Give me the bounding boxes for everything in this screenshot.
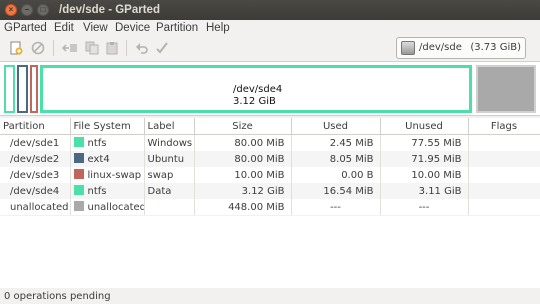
cell-filesystem: unallocated xyxy=(70,199,145,215)
device-size: (3.73 GiB) xyxy=(470,42,521,53)
menu-gparted[interactable]: GParted xyxy=(4,22,47,34)
cell-used: 0.00 B xyxy=(291,167,381,183)
apply-icon[interactable] xyxy=(154,40,170,56)
cell-size: 3.12 GiB xyxy=(194,183,292,199)
maximize-window-button[interactable]: □ xyxy=(37,4,49,16)
cell-label: Data xyxy=(144,183,195,199)
table-row[interactable]: /dev/sde2 ext4 Ubuntu 80.00 MiB 8.05 MiB… xyxy=(0,151,540,167)
toolbar-separator xyxy=(53,40,54,56)
partition-block-sde1[interactable] xyxy=(4,65,15,113)
partition-block-name: /dev/sde4 xyxy=(233,84,283,95)
menu-help[interactable]: Help xyxy=(206,22,230,34)
close-window-button[interactable]: × xyxy=(5,4,17,16)
status-bar: 0 operations pending xyxy=(0,289,540,304)
cell-partition: /dev/sde2 xyxy=(0,151,71,167)
partition-table: Partition File System Label Size Used Un… xyxy=(0,118,540,215)
menu-partition[interactable]: Partition xyxy=(156,22,198,34)
cell-used: 8.05 MiB xyxy=(291,151,381,167)
cell-flags xyxy=(468,199,540,215)
partition-map: /dev/sde4 3.12 GiB xyxy=(0,61,540,116)
minimize-window-button[interactable]: – xyxy=(21,4,33,16)
table-empty-area xyxy=(0,216,540,288)
column-header-partition[interactable]: Partition xyxy=(0,118,71,135)
cell-filesystem: linux-swap xyxy=(70,167,145,183)
partition-block-sde3[interactable] xyxy=(30,65,38,113)
cell-flags xyxy=(468,151,540,167)
column-header-filesystem[interactable]: File System xyxy=(70,118,145,135)
cell-flags xyxy=(468,134,540,151)
cell-unused: 10.00 MiB xyxy=(380,167,469,183)
column-header-size[interactable]: Size xyxy=(194,118,292,135)
table-row[interactable]: /dev/sde3 linux-swap swap 10.00 MiB 0.00… xyxy=(0,167,540,183)
partition-block-sde4[interactable]: /dev/sde4 3.12 GiB xyxy=(40,65,472,113)
menu-bar: GParted Edit View Device Partition Help xyxy=(0,20,540,37)
column-header-used[interactable]: Used xyxy=(291,118,381,135)
cell-label: Ubuntu xyxy=(144,151,195,167)
hard-drive-icon xyxy=(401,41,415,55)
cell-used: 2.45 MiB xyxy=(291,134,381,151)
table-row[interactable]: /dev/sde4 ntfs Data 3.12 GiB 16.54 MiB 3… xyxy=(0,183,540,199)
device-selector[interactable]: /dev/sde (3.73 GiB) xyxy=(396,37,526,59)
menu-view[interactable]: View xyxy=(83,22,108,34)
cell-size: 448.00 MiB xyxy=(194,199,292,215)
cell-label: Windows xyxy=(144,134,195,151)
cell-size: 10.00 MiB xyxy=(194,167,292,183)
cell-size: 80.00 MiB xyxy=(194,151,292,167)
window-title: /dev/sde - GParted xyxy=(59,4,160,16)
table-row[interactable]: /dev/sde1 ntfs Windows 80.00 MiB 2.45 Mi… xyxy=(0,134,540,151)
menu-device[interactable]: Device xyxy=(115,22,150,34)
cell-label: swap xyxy=(144,167,195,183)
unallocated-block[interactable] xyxy=(476,65,536,113)
resize-move-icon[interactable] xyxy=(62,40,78,56)
filesystem-color-swatch xyxy=(73,185,84,195)
title-bar: × – □ /dev/sde - GParted xyxy=(0,0,540,20)
cell-partition: /dev/sde1 xyxy=(0,134,71,151)
delete-icon[interactable] xyxy=(30,40,46,56)
cell-partition: /dev/sde3 xyxy=(0,167,71,183)
column-header-label[interactable]: Label xyxy=(144,118,195,135)
cell-flags xyxy=(468,183,540,199)
cell-partition: unallocated xyxy=(0,199,71,215)
cell-filesystem: ext4 xyxy=(70,151,145,167)
partition-block-sde2[interactable] xyxy=(17,65,28,113)
toolbar-separator xyxy=(126,40,127,56)
cell-used: 16.54 MiB xyxy=(291,183,381,199)
device-name: /dev/sde xyxy=(419,42,462,53)
filesystem-color-swatch xyxy=(73,169,84,179)
cell-partition: /dev/sde4 xyxy=(0,183,71,199)
cell-unused: 3.11 GiB xyxy=(380,183,469,199)
cell-size: 80.00 MiB xyxy=(194,134,292,151)
paste-icon[interactable] xyxy=(104,40,120,56)
cell-unused: 77.55 MiB xyxy=(380,134,469,151)
new-icon[interactable] xyxy=(8,40,24,56)
table-row[interactable]: unallocated unallocated 448.00 MiB --- -… xyxy=(0,199,540,215)
filesystem-color-swatch xyxy=(73,153,84,163)
cell-label xyxy=(144,199,195,215)
cell-filesystem: ntfs xyxy=(70,183,145,199)
column-header-unused[interactable]: Unused xyxy=(380,118,469,135)
cell-unused: --- xyxy=(380,199,469,215)
partition-block-size: 3.12 GiB xyxy=(233,96,276,107)
filesystem-color-swatch xyxy=(73,201,84,211)
menu-edit[interactable]: Edit xyxy=(54,22,74,34)
operations-pending-text: 0 operations pending xyxy=(4,291,111,302)
filesystem-color-swatch xyxy=(73,137,84,147)
cell-used: --- xyxy=(291,199,381,215)
cell-filesystem: ntfs xyxy=(70,134,145,151)
undo-icon[interactable] xyxy=(134,40,150,56)
copy-icon[interactable] xyxy=(84,40,100,56)
cell-unused: 71.95 MiB xyxy=(380,151,469,167)
cell-flags xyxy=(468,167,540,183)
column-header-flags[interactable]: Flags xyxy=(468,118,540,135)
